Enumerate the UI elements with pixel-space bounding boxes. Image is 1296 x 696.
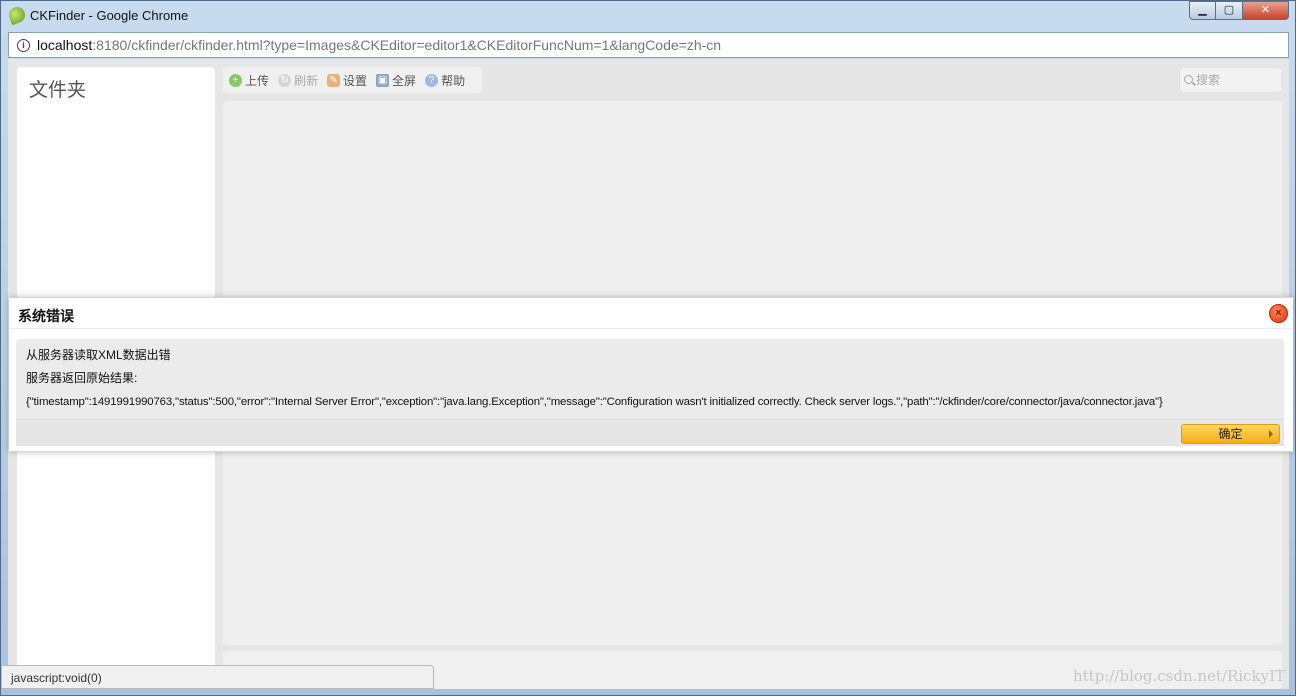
search-box[interactable] bbox=[1179, 67, 1282, 93]
fullscreen-button[interactable]: ▣ 全屏 bbox=[376, 72, 416, 89]
refresh-button[interactable]: ↻ 刷新 bbox=[278, 72, 318, 89]
watermark: http://blog.csdn.net/RickyIT bbox=[1072, 667, 1285, 685]
help-label: 帮助 bbox=[441, 73, 466, 88]
ok-label: 确定 bbox=[1218, 427, 1243, 441]
fullscreen-label: 全屏 bbox=[392, 73, 417, 88]
ok-button[interactable]: 确定 bbox=[1181, 424, 1280, 444]
maximize-button[interactable]: ▢ bbox=[1216, 1, 1243, 20]
info-icon[interactable]: i bbox=[17, 39, 30, 52]
search-input[interactable] bbox=[1196, 71, 1278, 89]
window-title: CKFinder - Google Chrome bbox=[30, 8, 189, 23]
search-icon bbox=[1184, 75, 1193, 84]
upload-button[interactable]: + 上传 bbox=[229, 72, 269, 89]
refresh-icon: ↻ bbox=[278, 73, 292, 87]
upload-label: 上传 bbox=[245, 73, 270, 88]
dialog-header: 系统错误 × bbox=[9, 298, 1293, 329]
raw-result-label: 服务器返回原始结果: bbox=[26, 371, 138, 385]
help-button[interactable]: ? 帮助 bbox=[425, 72, 465, 89]
close-window-button[interactable]: ✕ bbox=[1243, 1, 1289, 20]
title-bar: CKFinder - Google Chrome ▁ ▢ ✕ bbox=[1, 1, 1295, 31]
dialog-title: 系统错误 bbox=[18, 308, 74, 324]
toolbar: + 上传 ↻ 刷新 ✎ 设置 ▣ 全屏 ? 帮助 bbox=[223, 67, 482, 93]
raw-result-text: {"timestamp":1491991990763,"status":500,… bbox=[26, 396, 1163, 408]
browser-window: CKFinder - Google Chrome ▁ ▢ ✕ i localho… bbox=[0, 0, 1296, 696]
help-icon: ? bbox=[425, 73, 439, 87]
error-message: 从服务器读取XML数据出错 bbox=[26, 348, 171, 362]
refresh-label: 刷新 bbox=[294, 73, 319, 88]
dialog-footer: 确定 bbox=[16, 419, 1284, 446]
arrow-right-icon bbox=[1269, 430, 1273, 438]
url-text[interactable]: localhost:8180/ckfinder/ckfinder.html?ty… bbox=[37, 37, 721, 53]
settings-label: 设置 bbox=[343, 73, 368, 88]
address-bar[interactable]: i localhost:8180/ckfinder/ckfinder.html?… bbox=[8, 32, 1289, 58]
error-dialog: 系统错误 × 从服务器读取XML数据出错 服务器返回原始结果: {"timest… bbox=[9, 297, 1293, 452]
window-controls: ▁ ▢ ✕ bbox=[1189, 1, 1289, 21]
url-path: :8180/ckfinder/ckfinder.html?type=Images… bbox=[92, 37, 722, 53]
minimize-button[interactable]: ▁ bbox=[1189, 1, 1216, 20]
settings-button[interactable]: ✎ 设置 bbox=[327, 72, 367, 89]
folder-pane-title: 文件夹 bbox=[29, 79, 87, 101]
fullscreen-icon: ▣ bbox=[376, 73, 390, 87]
status-bubble: javascript:void(0) bbox=[2, 665, 434, 689]
settings-icon: ✎ bbox=[327, 73, 341, 87]
close-icon[interactable]: × bbox=[1269, 304, 1288, 323]
url-host: localhost bbox=[37, 37, 93, 53]
dialog-body: 从服务器读取XML数据出错 服务器返回原始结果: {"timestamp":14… bbox=[16, 339, 1284, 419]
upload-icon: + bbox=[229, 73, 242, 87]
leaf-icon bbox=[6, 4, 28, 26]
